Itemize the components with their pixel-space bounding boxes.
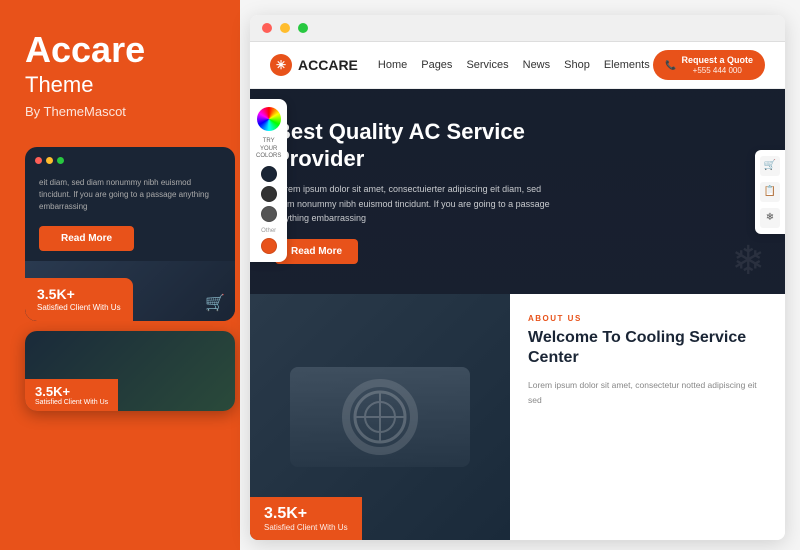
- color-picker-overlay: TRYYOURCOLORS Other: [250, 99, 287, 262]
- site-navbar: ✳ ACCARE Home Pages Services News Shop E…: [250, 42, 785, 89]
- mobile-body-text: eit diam, sed diam nonummy nibh euismod …: [35, 172, 225, 218]
- site-below-hero: 3.5K+ Satisfied Client With Us ABOUT US …: [250, 294, 785, 540]
- browser-dot-green: [298, 23, 308, 33]
- quote-button[interactable]: 📞 Request a Quote +555 444 000: [653, 50, 765, 80]
- mobile-dot-green: [57, 157, 64, 164]
- swatch-orange[interactable]: [261, 238, 277, 254]
- nav-shop[interactable]: Shop: [564, 59, 590, 71]
- mobile-cart-icon: 🛒: [205, 293, 225, 313]
- about-title: Welcome To Cooling Service Center: [528, 328, 767, 368]
- mobile-bottom-mockup: 3.5K+ Satisfied Client With Us: [25, 331, 235, 411]
- nav-elements[interactable]: Elements: [604, 59, 650, 71]
- nav-news[interactable]: News: [523, 59, 551, 71]
- site-nav-links: Home Pages Services News Shop Elements: [378, 59, 653, 71]
- mobile-read-more-button[interactable]: Read More: [39, 226, 134, 251]
- ac-circular-icon: [350, 387, 410, 447]
- hero-content: Best Quality AC Service Provider Lorem i…: [275, 119, 555, 264]
- left-bottom-area: 3.5K+ Satisfied Client With Us: [25, 331, 215, 411]
- toolbar-docs-icon[interactable]: 📋: [760, 182, 780, 202]
- mobile-mockup: eit diam, sed diam nonummy nibh euismod …: [25, 147, 235, 321]
- mobile-bottom-badge: 3.5K+ Satisfied Client With Us: [25, 379, 118, 411]
- nav-pages[interactable]: Pages: [421, 59, 452, 71]
- mobile-bottom-badge-num: 3.5K+: [35, 384, 108, 399]
- browser-window: ✳ ACCARE Home Pages Services News Shop E…: [250, 15, 785, 540]
- logo-text: ACCARE: [298, 57, 358, 73]
- other-label: Other: [261, 228, 276, 234]
- site-hero: TRYYOURCOLORS Other ❮ ❯ Best Quality AC …: [250, 89, 785, 294]
- browser-chrome: [250, 15, 785, 42]
- hero-read-more-button[interactable]: Read More: [275, 239, 358, 264]
- mobile-badge-num: 3.5K+: [37, 286, 121, 303]
- right-panel: ✳ ACCARE Home Pages Services News Shop E…: [240, 0, 800, 550]
- brand-sub: Theme: [25, 72, 215, 98]
- nav-home[interactable]: Home: [378, 59, 407, 71]
- phone-icon: 📞: [665, 60, 676, 71]
- quote-phone: +555 444 000: [681, 66, 753, 76]
- quote-label: Request a Quote: [681, 55, 753, 66]
- brand-by: By ThemeMascot: [25, 104, 215, 119]
- mobile-badge: 3.5K+ Satisfied Client With Us: [25, 278, 133, 320]
- browser-dot-red: [262, 23, 272, 33]
- swatch-dark[interactable]: [261, 166, 277, 182]
- brand-title: Accare: [25, 30, 215, 70]
- swatch-medium[interactable]: [261, 206, 277, 222]
- mobile-badge-text: Satisfied Client With Us: [37, 303, 121, 313]
- mobile-bottom-badge-text: Satisfied Client With Us: [35, 399, 108, 406]
- logo-icon: ✳: [270, 54, 292, 76]
- toolbar-cart-icon[interactable]: 🛒: [760, 156, 780, 176]
- site-about-section: ABOUT US Welcome To Cooling Service Cent…: [510, 294, 785, 540]
- color-picker-title: TRYYOURCOLORS: [256, 138, 281, 160]
- color-wheel-icon: [257, 107, 281, 131]
- site-image-section: 3.5K+ Satisfied Client With Us: [250, 294, 510, 540]
- mobile-dot-red: [35, 157, 42, 164]
- image-badge-text: Satisfied Client With Us: [264, 523, 348, 532]
- side-toolbar: 🛒 📋 ❄: [755, 150, 785, 234]
- snowflake-icon: ❄: [731, 238, 765, 284]
- browser-dot-yellow: [280, 23, 290, 33]
- mobile-dot-yellow: [46, 157, 53, 164]
- nav-services[interactable]: Services: [466, 59, 508, 71]
- site-logo: ✳ ACCARE: [270, 54, 358, 76]
- ac-unit-visual: [290, 367, 470, 467]
- toolbar-settings-icon[interactable]: ❄: [760, 208, 780, 228]
- about-description: Lorem ipsum dolor sit amet, consectetur …: [528, 378, 767, 407]
- hero-title: Best Quality AC Service Provider: [275, 119, 555, 172]
- image-badge-num: 3.5K+: [264, 505, 348, 523]
- swatch-darker[interactable]: [261, 186, 277, 202]
- image-section-badge: 3.5K+ Satisfied Client With Us: [250, 497, 362, 540]
- about-label: ABOUT US: [528, 314, 767, 323]
- mobile-hero-image: 3.5K+ Satisfied Client With Us: [25, 331, 235, 411]
- left-panel: Accare Theme By ThemeMascot eit diam, se…: [0, 0, 240, 550]
- hero-description: Lorem ipsum dolor sit amet, consectuiert…: [275, 182, 555, 225]
